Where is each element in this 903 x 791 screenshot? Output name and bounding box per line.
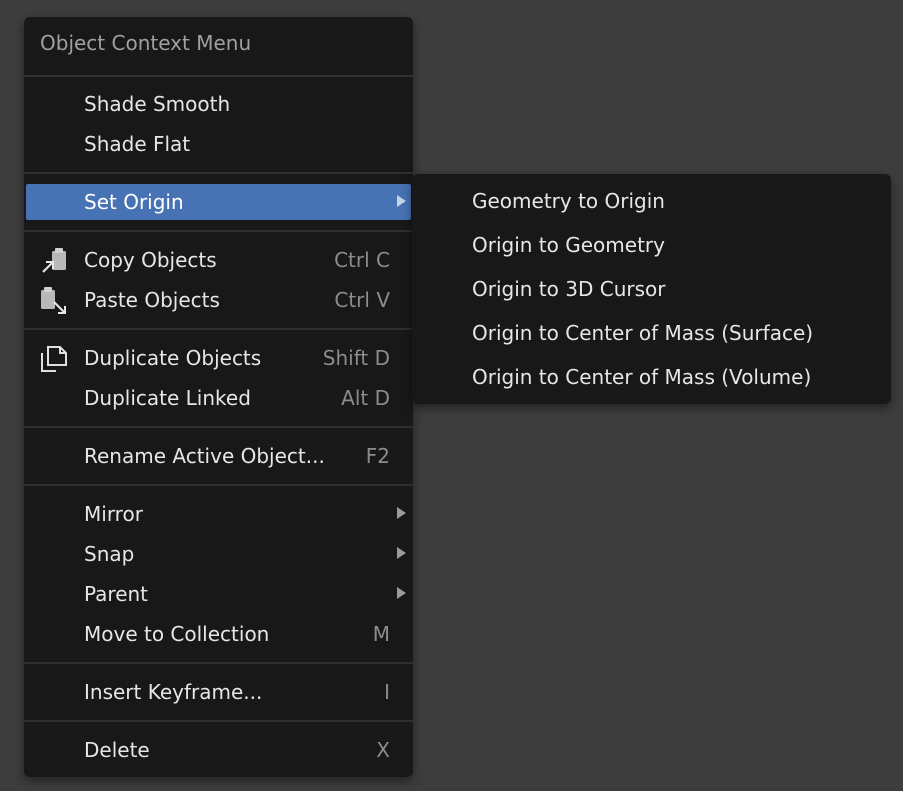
- menu-item-shortcut: Ctrl V: [334, 288, 390, 312]
- menu-item-parent[interactable]: Parent: [24, 576, 413, 612]
- object-context-menu: Object Context Menu Shade Smooth Shade F…: [24, 17, 413, 777]
- menu-item-rename-active-object[interactable]: Rename Active Object... F2: [24, 438, 413, 474]
- menu-item-duplicate-objects[interactable]: Duplicate Objects Shift D: [24, 340, 413, 376]
- menu-item-label: Parent: [84, 582, 149, 606]
- separator: [24, 230, 413, 232]
- menu-item-label: Move to Collection: [84, 622, 270, 646]
- submenu-item-label: Origin to 3D Cursor: [472, 277, 666, 301]
- submenu-item-label: Origin to Center of Mass (Surface): [472, 321, 814, 345]
- menu-item-label: Delete: [84, 738, 150, 762]
- menu-item-label: Rename Active Object...: [84, 444, 325, 468]
- submenu-item-geometry-to-origin[interactable]: Geometry to Origin: [412, 181, 891, 221]
- submenu-item-label: Origin to Center of Mass (Volume): [472, 365, 812, 389]
- separator: [24, 426, 413, 428]
- menu-title: Object Context Menu: [40, 31, 252, 55]
- submenu-arrow-icon: [397, 195, 406, 207]
- menu-item-label: Snap: [84, 542, 135, 566]
- paste-icon: [41, 287, 66, 314]
- menu-item-label: Mirror: [84, 502, 143, 526]
- menu-item-mirror[interactable]: Mirror: [24, 496, 413, 532]
- menu-item-shortcut: M: [372, 622, 390, 646]
- menu-item-delete[interactable]: Delete X: [24, 732, 413, 768]
- menu-item-duplicate-linked[interactable]: Duplicate Linked Alt D: [24, 380, 413, 416]
- separator: [24, 172, 413, 174]
- submenu-item-origin-to-3d-cursor[interactable]: Origin to 3D Cursor: [412, 269, 891, 309]
- menu-item-shortcut: Alt D: [341, 386, 390, 410]
- menu-item-move-to-collection[interactable]: Move to Collection M: [24, 616, 413, 652]
- menu-item-label: Shade Flat: [84, 132, 191, 156]
- separator: [24, 75, 413, 77]
- separator: [24, 484, 413, 486]
- menu-item-paste-objects[interactable]: Paste Objects Ctrl V: [24, 282, 413, 318]
- submenu-item-label: Origin to Geometry: [472, 233, 665, 257]
- submenu-arrow-icon: [397, 587, 406, 599]
- menu-item-shade-flat[interactable]: Shade Flat: [24, 126, 413, 162]
- menu-item-label: Paste Objects: [84, 288, 220, 312]
- separator: [24, 328, 413, 330]
- separator: [24, 720, 413, 722]
- menu-item-copy-objects[interactable]: Copy Objects Ctrl C: [24, 242, 413, 278]
- menu-item-shortcut: F2: [365, 444, 390, 468]
- menu-item-shortcut: Ctrl C: [334, 248, 390, 272]
- menu-item-shortcut: X: [376, 738, 390, 762]
- menu-item-label: Copy Objects: [84, 248, 217, 272]
- submenu-item-origin-to-center-of-mass-volume[interactable]: Origin to Center of Mass (Volume): [412, 357, 891, 397]
- menu-item-shortcut: Shift D: [322, 346, 390, 370]
- submenu-item-origin-to-geometry[interactable]: Origin to Geometry: [412, 225, 891, 265]
- menu-item-label: Shade Smooth: [84, 92, 231, 116]
- duplicate-icon: [41, 346, 67, 372]
- menu-item-set-origin[interactable]: Set Origin: [26, 184, 411, 220]
- submenu-arrow-icon: [397, 507, 406, 519]
- submenu-item-origin-to-center-of-mass-surface[interactable]: Origin to Center of Mass (Surface): [412, 313, 891, 353]
- separator: [24, 662, 413, 664]
- submenu-item-label: Geometry to Origin: [472, 189, 665, 213]
- copy-icon: [42, 248, 66, 273]
- set-origin-submenu: Geometry to Origin Origin to Geometry Or…: [412, 174, 891, 404]
- menu-item-label: Duplicate Objects: [84, 346, 262, 370]
- menu-item-insert-keyframe[interactable]: Insert Keyframe... I: [24, 674, 413, 710]
- menu-item-label: Duplicate Linked: [84, 386, 251, 410]
- menu-item-label: Set Origin: [84, 190, 184, 214]
- menu-item-shade-smooth[interactable]: Shade Smooth: [24, 86, 413, 122]
- menu-item-snap[interactable]: Snap: [24, 536, 413, 572]
- submenu-arrow-icon: [397, 547, 406, 559]
- menu-item-shortcut: I: [384, 680, 390, 704]
- menu-item-label: Insert Keyframe...: [84, 680, 263, 704]
